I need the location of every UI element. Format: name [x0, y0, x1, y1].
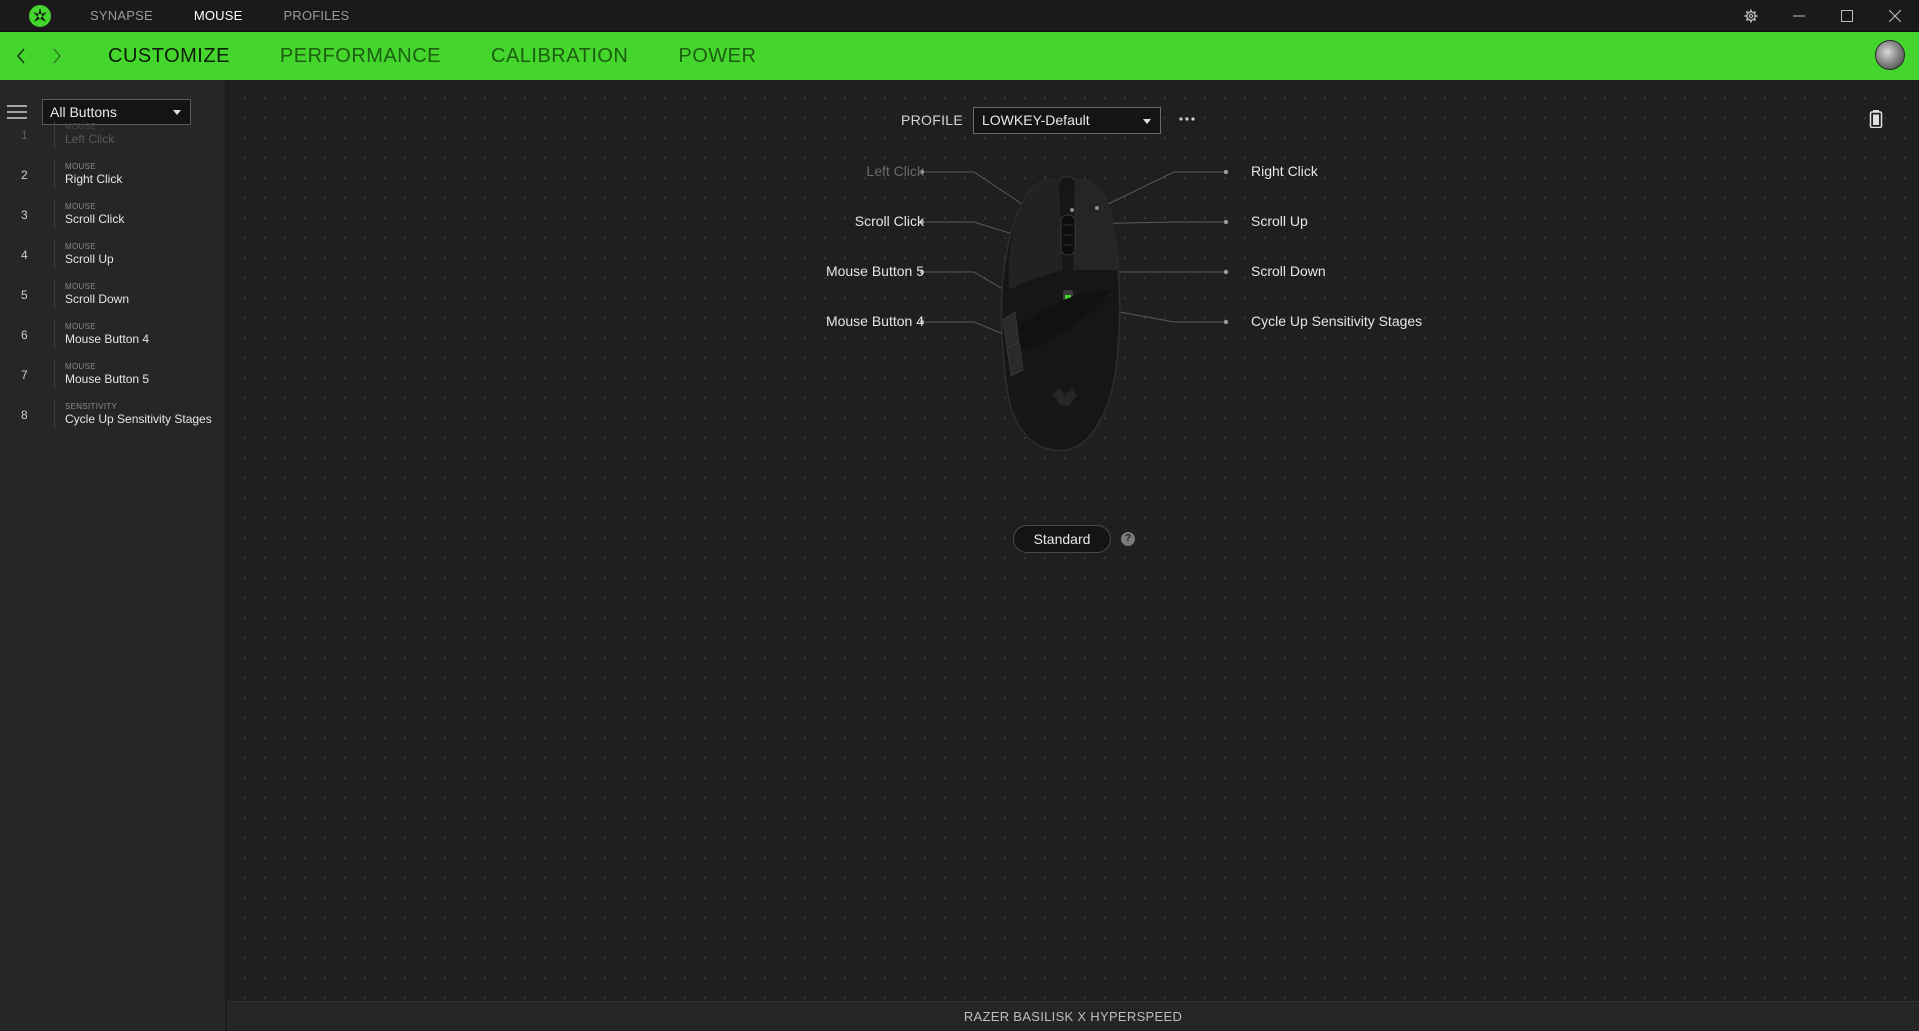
button-item-1[interactable]: 1 MOUSE Left Click — [0, 115, 226, 155]
button-number: 5 — [21, 288, 28, 302]
divider — [54, 161, 55, 189]
button-category: MOUSE — [65, 282, 96, 291]
minimize-icon — [1793, 15, 1805, 17]
forward-button[interactable] — [46, 32, 68, 80]
chevron-left-icon — [16, 48, 25, 64]
button-number: 4 — [21, 248, 28, 262]
button-item-4[interactable]: 4 MOUSE Scroll Up — [0, 235, 226, 275]
divider — [54, 121, 55, 149]
device-nav-bar: CUSTOMIZE PERFORMANCE CALIBRATION POWER — [0, 32, 1919, 80]
button-number: 6 — [21, 328, 28, 342]
mouse-illustration — [1000, 175, 1121, 452]
back-button[interactable] — [10, 32, 32, 80]
title-bar: SYNAPSE MOUSE PROFILES — [0, 0, 1919, 32]
button-category: MOUSE — [65, 242, 96, 251]
more-options-icon[interactable] — [1176, 112, 1198, 126]
caret-down-icon — [1143, 119, 1151, 124]
button-item-3[interactable]: 3 MOUSE Scroll Click — [0, 195, 226, 235]
close-icon — [1889, 10, 1901, 22]
divider — [54, 201, 55, 229]
button-item-2[interactable]: 2 MOUSE Right Click — [0, 155, 226, 195]
button-category: MOUSE — [65, 362, 96, 371]
divider — [54, 241, 55, 269]
settings-button[interactable] — [1727, 0, 1775, 32]
divider — [54, 321, 55, 349]
button-item-6[interactable]: 6 MOUSE Mouse Button 4 — [0, 315, 226, 355]
divider — [54, 361, 55, 389]
mouse-label-mouse-button-5[interactable]: Mouse Button 5 — [826, 263, 924, 279]
customize-panel: PROFILE LOWKEY-Default Left Click Scroll… — [227, 80, 1919, 1001]
tab-synapse[interactable]: SYNAPSE — [90, 8, 153, 23]
button-item-8[interactable]: 8 SENSITIVITY Cycle Up Sensitivity Stage… — [0, 395, 226, 435]
button-number: 1 — [21, 128, 28, 142]
button-number: 7 — [21, 368, 28, 382]
tab-customize[interactable]: CUSTOMIZE — [108, 45, 230, 68]
button-number: 3 — [21, 208, 28, 222]
profile-label: PROFILE — [901, 112, 964, 128]
chevron-right-icon — [53, 48, 62, 64]
user-avatar[interactable] — [1875, 40, 1905, 70]
mouse-label-left-click[interactable]: Left Click — [866, 163, 924, 179]
button-item-5[interactable]: 5 MOUSE Scroll Down — [0, 275, 226, 315]
button-category: MOUSE — [65, 322, 96, 331]
tab-power[interactable]: POWER — [678, 45, 756, 68]
button-assignment: Mouse Button 4 — [65, 332, 150, 346]
battery-icon — [1869, 110, 1883, 128]
divider — [54, 401, 55, 429]
standard-mode-button[interactable]: Standard — [1013, 525, 1111, 553]
mouse-label-scroll-click[interactable]: Scroll Click — [855, 213, 924, 229]
mouse-label-scroll-up[interactable]: Scroll Up — [1251, 213, 1308, 229]
maximize-icon — [1841, 10, 1853, 22]
button-list-sidebar: All Buttons 1 MOUSE Left Click 2 MOUSE R… — [0, 80, 226, 1031]
settings-gear-icon — [1744, 9, 1758, 23]
button-assignment: Scroll Down — [65, 292, 130, 306]
mouse-label-right-click[interactable]: Right Click — [1251, 163, 1318, 179]
minimize-button[interactable] — [1775, 0, 1823, 32]
mouse-label-mouse-button-4[interactable]: Mouse Button 4 — [826, 313, 924, 329]
help-icon[interactable]: ? — [1121, 532, 1135, 546]
button-category: MOUSE — [65, 122, 96, 131]
window-controls — [1727, 0, 1919, 32]
button-assignment: Left Click — [65, 132, 115, 146]
tab-mouse[interactable]: MOUSE — [194, 8, 243, 23]
profile-dropdown[interactable]: LOWKEY-Default — [973, 107, 1161, 134]
button-number: 2 — [21, 168, 28, 182]
button-assignment: Mouse Button 5 — [65, 372, 150, 386]
device-name-footer: RAZER BASILISK X HYPERSPEED — [227, 1001, 1919, 1031]
close-button[interactable] — [1871, 0, 1919, 32]
button-number: 8 — [21, 408, 28, 422]
button-assignment: Scroll Click — [65, 212, 125, 226]
button-assignment: Cycle Up Sensitivity Stages — [65, 412, 212, 426]
razer-logo-icon — [29, 4, 51, 27]
razer-synapse-window: SYNAPSE MOUSE PROFILES CUSTOMIZE PERFORM… — [0, 0, 1919, 1031]
divider — [54, 281, 55, 309]
button-category: MOUSE — [65, 162, 96, 171]
button-category: SENSITIVITY — [65, 402, 118, 411]
maximize-button[interactable] — [1823, 0, 1871, 32]
device-name: RAZER BASILISK X HYPERSPEED — [963, 1009, 1183, 1024]
tab-calibration[interactable]: CALIBRATION — [491, 45, 628, 68]
button-assignment: Scroll Up — [65, 252, 114, 266]
button-assignment: Right Click — [65, 172, 123, 186]
button-category: MOUSE — [65, 202, 96, 211]
button-list: 1 MOUSE Left Click 2 MOUSE Right Click 3… — [0, 115, 226, 435]
tab-profiles[interactable]: PROFILES — [284, 8, 350, 23]
button-item-7[interactable]: 7 MOUSE Mouse Button 5 — [0, 355, 226, 395]
profile-value: LOWKEY-Default — [982, 112, 1090, 128]
mouse-label-cycle-up-sensitivity[interactable]: Cycle Up Sensitivity Stages — [1251, 313, 1422, 329]
mouse-label-scroll-down[interactable]: Scroll Down — [1251, 263, 1326, 279]
tab-performance[interactable]: PERFORMANCE — [280, 45, 441, 68]
